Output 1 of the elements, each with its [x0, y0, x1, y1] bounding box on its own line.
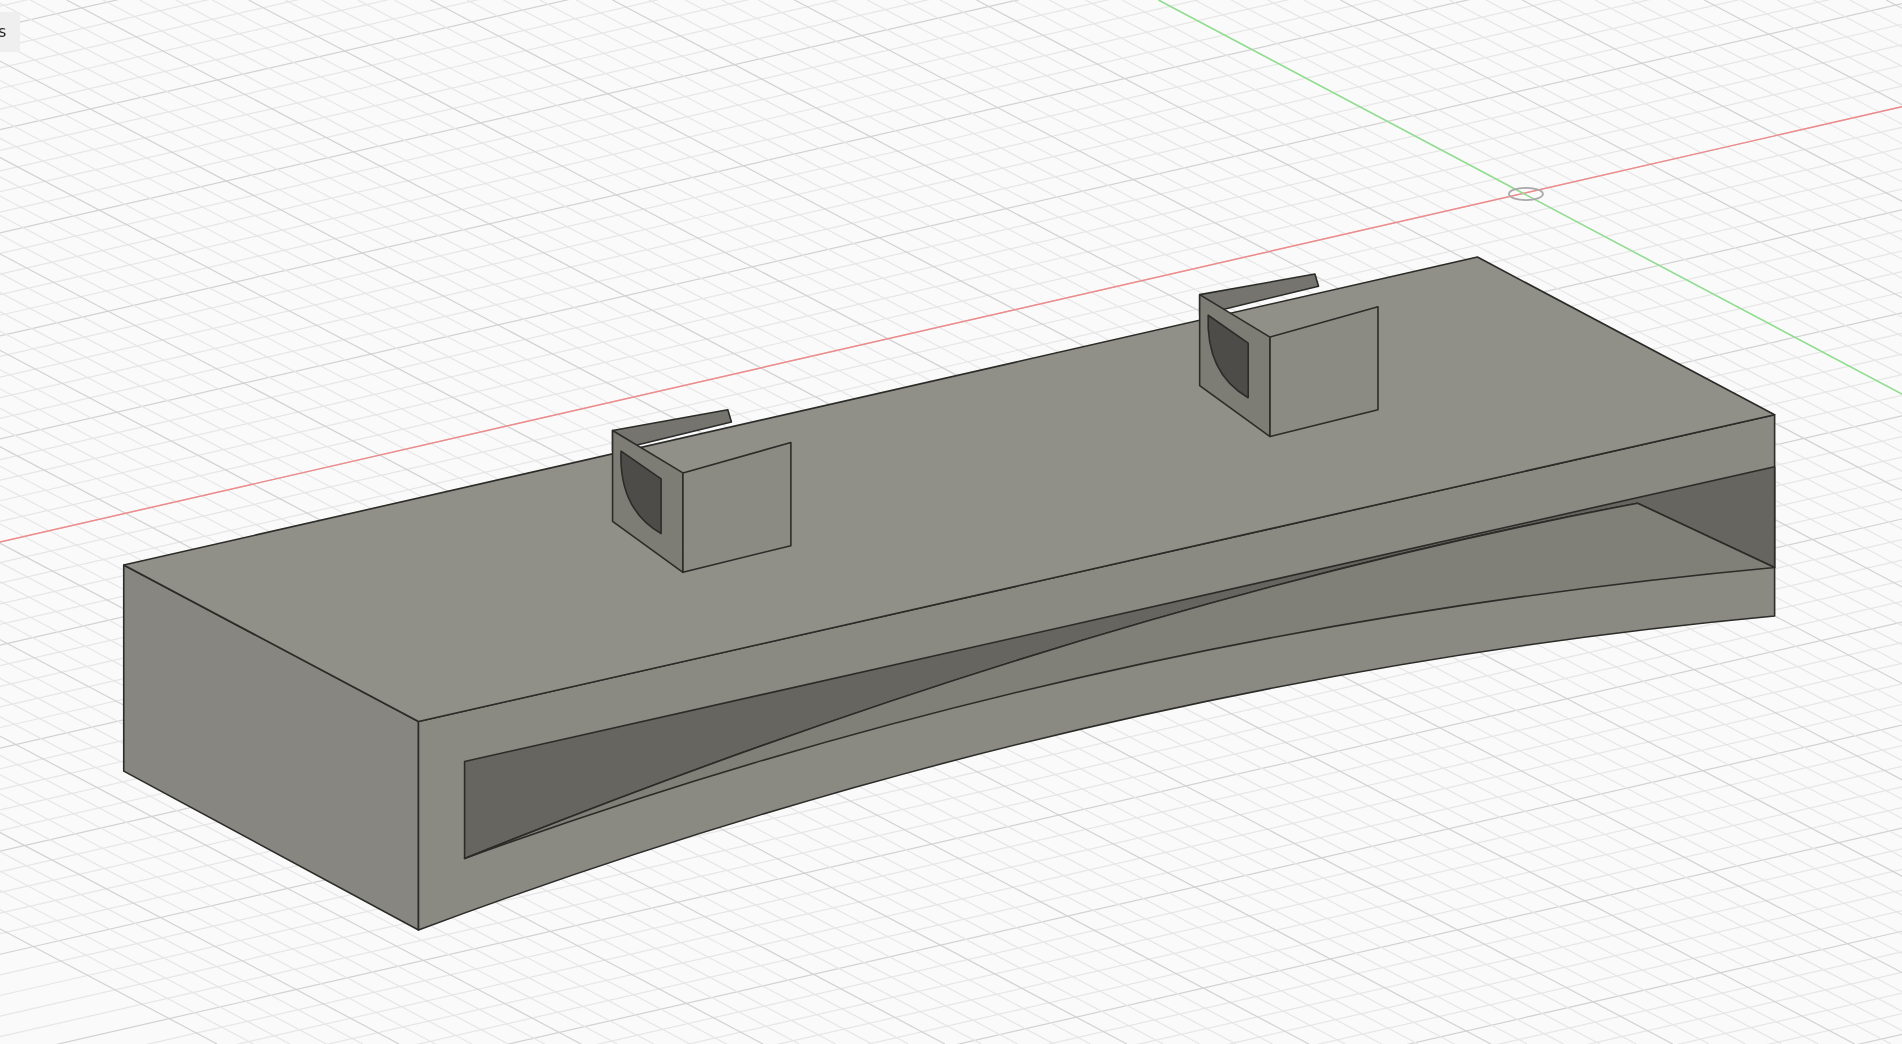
origin-icon [1508, 187, 1544, 201]
